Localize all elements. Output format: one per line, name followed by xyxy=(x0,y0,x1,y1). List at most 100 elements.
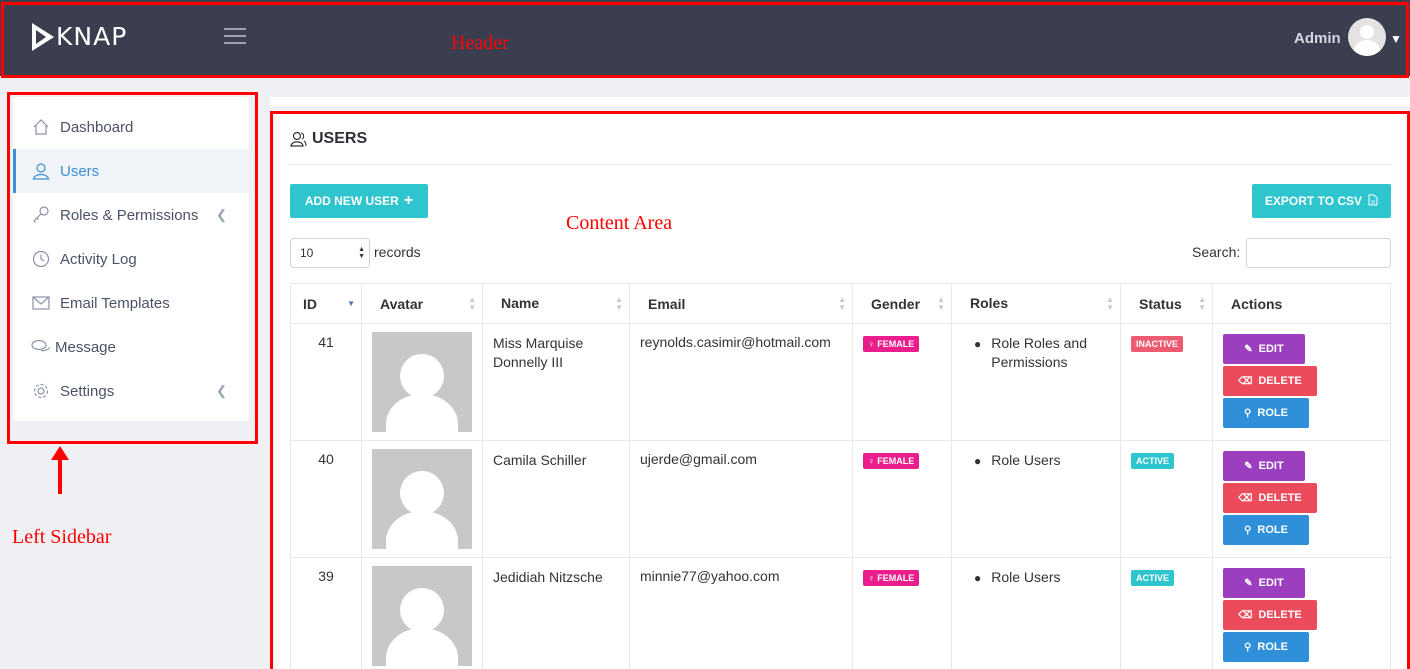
search-label: Search: xyxy=(1192,244,1241,260)
chat-icon xyxy=(31,337,51,357)
gear-icon xyxy=(31,381,51,401)
records-select-value: 10 xyxy=(300,246,314,260)
column-header-label: Status xyxy=(1139,295,1182,312)
column-header-gender[interactable]: Gender ▲ ▼ xyxy=(852,283,952,324)
role-button[interactable]: ⚲ ROLE xyxy=(1223,632,1309,662)
admin-label[interactable]: Admin xyxy=(1294,30,1341,47)
column-header-status[interactable]: Status ▲ ▼ xyxy=(1120,283,1213,324)
edit-button[interactable]: ✎ EDIT xyxy=(1223,334,1305,364)
cell-avatar xyxy=(361,557,483,669)
sidebar-item-settings[interactable]: Settings ❮ xyxy=(13,369,249,413)
sidebar-item-label: Activity Log xyxy=(60,250,137,268)
cell-email: ujerde@gmail.com xyxy=(629,440,853,558)
sort-icon: ▲ ▼ xyxy=(468,295,476,312)
role-button[interactable]: ⚲ ROLE xyxy=(1223,398,1309,428)
role-text: Role Roles and Permissions xyxy=(991,335,1087,370)
search-input[interactable] xyxy=(1246,238,1391,268)
trash-icon: ⌫ xyxy=(1238,609,1253,621)
content-area: USERS ADD NEW USER + EXPORT TO CSV 10 ▲ ▼… xyxy=(274,112,1410,669)
column-header-roles[interactable]: Roles ▲ ▼ xyxy=(951,283,1121,324)
cell-actions: ✎ EDIT ⌫ DELETE ⚲ ROLE xyxy=(1212,440,1391,558)
export-csv-label: EXPORT TO CSV xyxy=(1264,194,1363,208)
sidebar-item-roles-permissions[interactable]: Roles & Permissions ❮ xyxy=(13,193,249,237)
sidebar-item-label: Settings xyxy=(60,382,115,400)
bullet-icon: ● xyxy=(974,337,982,351)
column-header-id[interactable]: ID ▼ xyxy=(290,283,362,324)
column-header-name[interactable]: Name ▲ ▼ xyxy=(482,283,630,324)
role-list-item: ● Role Users xyxy=(974,568,1120,588)
column-header-email[interactable]: Email ▲ ▼ xyxy=(629,283,853,324)
edit-button[interactable]: ✎ EDIT xyxy=(1223,451,1305,481)
edit-button[interactable]: ✎ EDIT xyxy=(1223,568,1305,598)
admin-avatar[interactable] xyxy=(1348,18,1386,56)
sidebar-item-activity-log[interactable]: Activity Log xyxy=(13,237,249,281)
trash-icon: ⌫ xyxy=(1238,375,1253,387)
delete-button[interactable]: ⌫ DELETE xyxy=(1223,600,1317,630)
cell-gender: ♀ FEMALE xyxy=(852,557,952,669)
sidebar-item-message[interactable]: Message xyxy=(13,325,249,369)
sort-desc-icon: ▼ xyxy=(347,299,355,308)
role-text: Role Users xyxy=(991,569,1061,585)
sidebar-annotation: Left Sidebar xyxy=(12,526,112,548)
clock-icon xyxy=(31,249,51,269)
cell-gender: ♀ FEMALE xyxy=(852,440,952,558)
sidebar-item-users[interactable]: Users xyxy=(13,149,249,193)
records-per-page-select[interactable]: 10 ▲ ▼ xyxy=(290,238,370,268)
cell-email: minnie77@yahoo.com xyxy=(629,557,853,669)
cell-status: INACTIVE xyxy=(1120,323,1213,441)
content-annotation: Content Area xyxy=(566,212,673,234)
export-csv-button[interactable]: EXPORT TO CSV xyxy=(1252,184,1391,218)
sidebar-item-label: Users xyxy=(60,162,100,180)
delete-button[interactable]: ⌫ DELETE xyxy=(1223,483,1317,513)
cell-name: Camila Schiller xyxy=(482,440,630,558)
table-header-row: ID ▼ Avatar ▲ ▼ Name ▲ ▼ Email ▲ ▼ Gender ▲ ▼ Rol… xyxy=(290,283,1391,324)
cell-avatar xyxy=(361,323,483,441)
key-icon xyxy=(31,205,51,225)
plus-icon: + xyxy=(403,192,414,209)
add-new-user-button[interactable]: ADD NEW USER + xyxy=(290,184,428,218)
edit-label: EDIT xyxy=(1258,343,1284,355)
delete-label: DELETE xyxy=(1258,492,1302,504)
role-label: ROLE xyxy=(1257,524,1288,536)
cell-roles: ● Role Users xyxy=(951,440,1121,558)
cell-gender: ♀ FEMALE xyxy=(852,323,952,441)
table-row: 40 Camila Schiller ujerde@gmail.com ♀ FE… xyxy=(290,440,1391,558)
role-list-item: ● Role Roles and Permissions xyxy=(974,334,1120,372)
page-title-text: USERS xyxy=(312,130,368,147)
role-label: ROLE xyxy=(1257,641,1288,653)
cell-status: ACTIVE xyxy=(1120,557,1213,669)
cell-status: ACTIVE xyxy=(1120,440,1213,558)
users-icon xyxy=(290,131,307,147)
sort-icon: ▲ ▼ xyxy=(838,295,846,312)
sort-icon: ▲ ▼ xyxy=(1198,295,1206,312)
cell-email: reynolds.casimir@hotmail.com xyxy=(629,323,853,441)
sidebar-item-label: Message xyxy=(55,338,116,356)
cell-id: 40 xyxy=(290,440,362,558)
key-icon: ⚲ xyxy=(1244,524,1252,536)
header-annotation: Header xyxy=(451,32,509,54)
column-header-avatar[interactable]: Avatar ▲ ▼ xyxy=(361,283,483,324)
column-header-actions: Actions xyxy=(1212,283,1391,324)
gender-badge: ♀ FEMALE xyxy=(863,453,920,469)
select-arrows-icon: ▲ ▼ xyxy=(358,246,365,260)
gender-badge-label: FEMALE xyxy=(877,456,915,466)
chevron-left-icon[interactable]: ❮ xyxy=(216,207,227,223)
cell-avatar xyxy=(361,440,483,558)
column-header-label: Avatar xyxy=(380,295,424,312)
table-row: 41 Miss Marquise Donnelly III reynolds.c… xyxy=(290,323,1391,441)
chevron-left-icon[interactable]: ❮ xyxy=(216,383,227,399)
status-badge: ACTIVE xyxy=(1131,570,1175,586)
sidebar-item-email-templates[interactable]: Email Templates xyxy=(13,281,249,325)
sidebar-item-label: Email Templates xyxy=(60,294,170,312)
delete-label: DELETE xyxy=(1258,375,1302,387)
logo[interactable]: KNAP xyxy=(32,22,127,51)
chevron-down-icon[interactable]: ▼ xyxy=(1390,32,1402,46)
sidebar-item-dashboard[interactable]: Dashboard xyxy=(13,105,249,149)
menu-toggle-icon[interactable] xyxy=(224,28,246,46)
column-header-label: Email xyxy=(648,295,686,312)
delete-button[interactable]: ⌫ DELETE xyxy=(1223,366,1317,396)
role-button[interactable]: ⚲ ROLE xyxy=(1223,515,1309,545)
cell-actions: ✎ EDIT ⌫ DELETE ⚲ ROLE xyxy=(1212,557,1391,669)
sidebar-item-label: Dashboard xyxy=(60,118,134,136)
cell-id: 39 xyxy=(290,557,362,669)
